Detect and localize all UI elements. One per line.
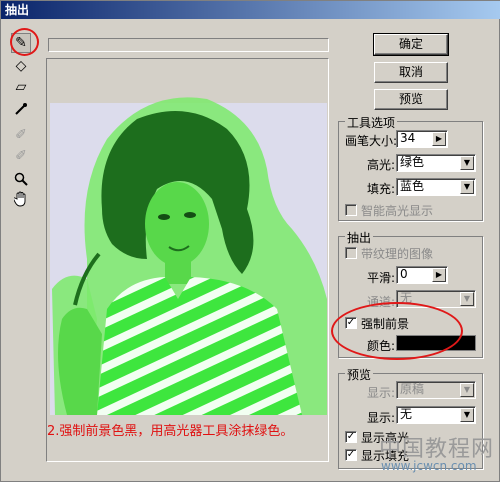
- eraser-icon[interactable]: ▱: [11, 77, 31, 97]
- extraction-title: 抽出: [345, 229, 374, 246]
- cleanup-icon[interactable]: ✐: [11, 125, 31, 145]
- smooth-slider-arrow-icon[interactable]: ▶: [432, 268, 446, 282]
- show-select[interactable]: 原稿 ▼: [396, 381, 476, 399]
- display-select[interactable]: 无 ▼: [396, 406, 476, 424]
- highlight-select[interactable]: 绿色 ▼: [396, 154, 476, 172]
- smart-highlight-checkbox[interactable]: [345, 204, 357, 216]
- fill-value: 蓝色: [400, 179, 425, 193]
- highlight-value: 绿色: [400, 155, 425, 169]
- textured-image-label: 带纹理的图像: [361, 247, 434, 261]
- tool-options-group: 工具选项 画笔大小: 34 ▶ 高光: 绿色 ▼ 填充: 蓝色 ▼ 智能高光显示: [338, 114, 483, 221]
- hand-icon[interactable]: [11, 189, 31, 209]
- smart-highlight-label: 智能高光显示: [361, 204, 434, 218]
- smooth-input[interactable]: 0 ▶: [396, 266, 448, 284]
- extract-dialog: 抽出 ✎ ◇ ▱ ✐ ✐ 2.强制前景色黑，用高光器工具涂抹绿色。 确定 取消 …: [0, 0, 500, 482]
- brush-size-value: 34: [400, 131, 416, 145]
- fill-label: 填充:: [367, 182, 396, 196]
- show-label: 显示:: [367, 386, 396, 400]
- status-field: [48, 38, 329, 52]
- preview-button[interactable]: 预览: [374, 89, 448, 110]
- watermark-url: www.jcwcn.com: [381, 459, 477, 473]
- smooth-label: 平滑:: [367, 271, 396, 285]
- show-value: 原稿: [400, 382, 425, 396]
- brush-size-input[interactable]: 34 ▶: [396, 130, 448, 148]
- eyedropper-icon[interactable]: [11, 99, 31, 119]
- ok-button[interactable]: 确定: [373, 33, 449, 56]
- highlight-label: 高光:: [367, 158, 396, 172]
- fill-select[interactable]: 蓝色 ▼: [396, 178, 476, 196]
- textured-image-checkbox[interactable]: [345, 247, 357, 259]
- tool-options-title: 工具选项: [345, 114, 398, 131]
- show-highlight-checkbox[interactable]: ✓: [345, 431, 357, 443]
- fill-icon[interactable]: ◇: [11, 56, 31, 76]
- smooth-value: 0: [400, 267, 408, 281]
- edge-touchup-icon[interactable]: ✐: [11, 146, 31, 166]
- display-label: 显示:: [367, 411, 396, 425]
- display-value: 无: [400, 407, 413, 421]
- brush-size-slider-arrow-icon[interactable]: ▶: [432, 132, 446, 146]
- preview-canvas[interactable]: [46, 58, 329, 462]
- chevron-down-icon[interactable]: ▼: [460, 156, 474, 170]
- highlight-circle-annotation: [10, 28, 39, 56]
- dialog-title: 抽出: [1, 1, 500, 19]
- force-foreground-circle-annotation: [331, 302, 463, 360]
- chevron-down-icon[interactable]: ▼: [460, 408, 474, 422]
- chevron-down-icon[interactable]: ▼: [460, 383, 474, 397]
- preview-title: 预览: [345, 366, 374, 383]
- photo-image: [50, 97, 327, 415]
- brush-size-label: 画笔大小:: [345, 134, 398, 148]
- chevron-down-icon[interactable]: ▼: [460, 180, 474, 194]
- chevron-down-icon[interactable]: ▼: [460, 292, 474, 306]
- show-fill-checkbox[interactable]: ✓: [345, 449, 357, 461]
- cancel-button[interactable]: 取消: [374, 62, 448, 83]
- instruction-caption: 2.强制前景色黑，用高光器工具涂抹绿色。: [47, 424, 294, 439]
- zoom-icon[interactable]: [11, 169, 31, 189]
